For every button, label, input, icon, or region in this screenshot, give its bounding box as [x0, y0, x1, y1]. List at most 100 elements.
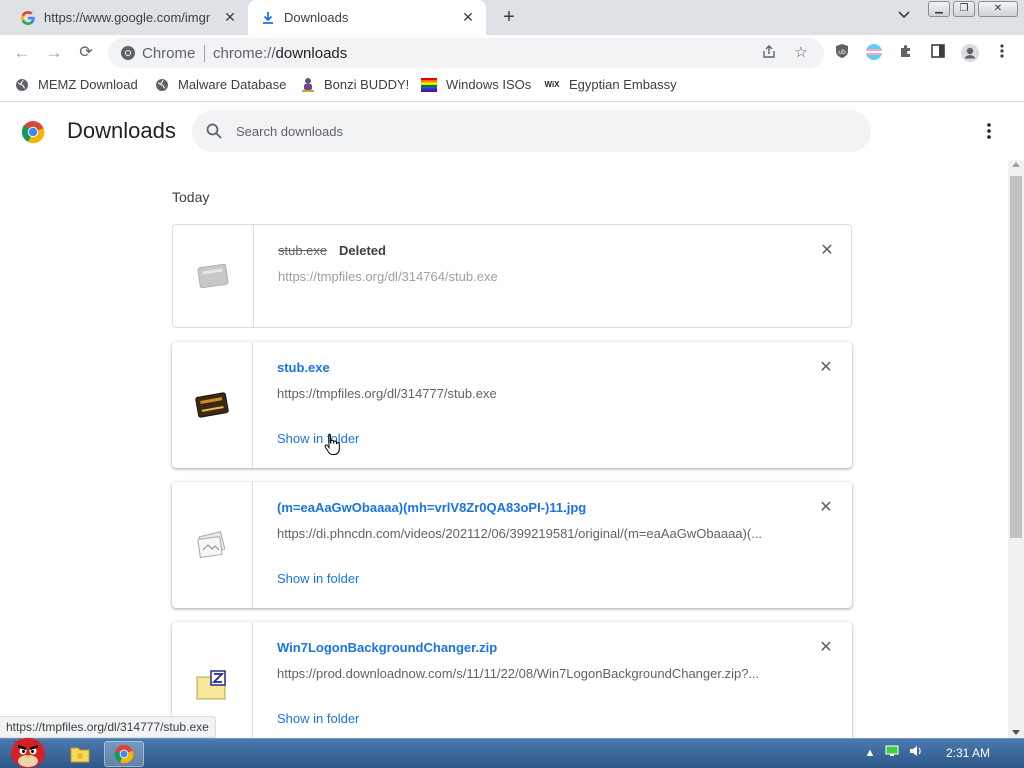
- taskbar-chrome[interactable]: [104, 741, 144, 767]
- file-thumbnail: [172, 342, 253, 468]
- tab-title: Downloads: [284, 10, 349, 25]
- status-label: Deleted: [339, 243, 386, 258]
- tab-title: https://www.google.com/imgr: [44, 10, 211, 25]
- bookmark-star-icon[interactable]: ☆: [792, 44, 810, 62]
- bookmark-malware-database[interactable]: Malware Database: [155, 77, 286, 92]
- wix-icon: WiX: [544, 80, 560, 89]
- page-scrollbar[interactable]: [1008, 160, 1024, 738]
- close-window-button[interactable]: ✕: [978, 1, 1018, 17]
- chrome-secure-icon: [120, 45, 136, 61]
- side-panel-icon[interactable]: [928, 43, 948, 63]
- globe-icon: [15, 78, 29, 92]
- scroll-down-arrow-icon[interactable]: [1012, 730, 1020, 735]
- browser-menu-icon[interactable]: [992, 43, 1012, 63]
- downloads-header: Downloads: [0, 102, 1024, 160]
- browser-toolbar: ← → ⟳ Chrome chrome://downloads ☆ ub: [0, 35, 1024, 71]
- file-name-link[interactable]: Win7LogonBackgroundChanger.zip: [277, 640, 497, 655]
- downloads-page: Downloads Today stub.exe Deleted https:/…: [0, 102, 1024, 738]
- remove-item-icon[interactable]: ✕: [818, 360, 834, 376]
- remove-item-icon[interactable]: ✕: [818, 500, 834, 516]
- taskbar-explorer[interactable]: [60, 741, 100, 767]
- download-item: (m=eaAaGwObaaaa)(mh=vrlV8Zr0QA83oPI-)11.…: [172, 482, 852, 608]
- hand-cursor-icon: [324, 434, 340, 455]
- more-actions-icon[interactable]: [979, 121, 999, 141]
- bookmark-label: Windows ISOs: [446, 77, 532, 92]
- trans-flag-extension-icon[interactable]: [864, 43, 884, 63]
- folder-icon: [70, 747, 90, 763]
- bookmark-label: Bonzi BUDDY!: [324, 77, 410, 92]
- file-name: stub.exe: [278, 243, 328, 258]
- back-icon[interactable]: ←: [10, 41, 34, 65]
- start-button[interactable]: [4, 731, 50, 768]
- bookmark-bonzi-buddy[interactable]: Bonzi BUDDY!: [301, 77, 409, 92]
- source-url: https://di.phncdn.com/videos/202112/06/3…: [277, 526, 763, 541]
- image-file-icon: [197, 531, 226, 559]
- bookmark-label: MEMZ Download: [38, 77, 138, 92]
- tab-google-images[interactable]: https://www.google.com/imgr ✕: [8, 0, 248, 35]
- taskbar: ▲ 2:31 AM: [0, 738, 1024, 768]
- close-tab-icon[interactable]: ✕: [460, 9, 476, 25]
- extensions-puzzle-icon[interactable]: [896, 43, 916, 63]
- bookmark-egyptian-embassy[interactable]: WiX Egyptian Embassy: [544, 77, 677, 92]
- show-hidden-icons-icon[interactable]: ▲: [862, 745, 878, 761]
- scrollbar-thumb[interactable]: [1010, 176, 1022, 538]
- url-text: chrome://downloads: [213, 45, 348, 62]
- search-input[interactable]: [236, 120, 836, 142]
- tab-strip: https://www.google.com/imgr ✕ Downloads …: [0, 0, 1024, 35]
- show-in-folder-link[interactable]: Show in folder: [277, 571, 359, 586]
- download-item: Win7LogonBackgroundChanger.zip https://p…: [172, 622, 852, 738]
- google-icon: [20, 10, 36, 26]
- download-icon: [260, 10, 276, 26]
- search-box[interactable]: [192, 110, 871, 152]
- page-title: Downloads: [67, 118, 176, 143]
- minimize-button[interactable]: ▁: [928, 1, 950, 17]
- forward-icon[interactable]: →: [42, 41, 66, 65]
- download-item: stub.exe Deleted https://tmpfiles.org/dl…: [172, 224, 852, 328]
- address-bar[interactable]: Chrome chrome://downloads ☆: [108, 38, 824, 68]
- remove-item-icon[interactable]: ✕: [818, 640, 834, 656]
- omnibox-divider: [204, 45, 205, 62]
- ublock-icon[interactable]: ub: [832, 43, 852, 63]
- globe-icon: [155, 78, 169, 92]
- chrome-logo-icon: [21, 120, 45, 144]
- tab-search-chevron-icon[interactable]: [894, 8, 914, 28]
- reload-icon[interactable]: ⟳: [74, 41, 98, 65]
- search-icon: [205, 122, 223, 140]
- download-item: stub.exe https://tmpfiles.org/dl/314777/…: [172, 342, 852, 468]
- bookmarks-bar: MEMZ Download Malware Database Bonzi BUD…: [0, 71, 1024, 102]
- zip-file-icon: [196, 670, 226, 700]
- bonzi-icon: [301, 77, 315, 92]
- share-icon[interactable]: [760, 44, 778, 62]
- source-url: https://tmpfiles.org/dl/314764/stub.exe: [278, 269, 498, 284]
- source-url: https://prod.downloadnow.com/s/11/11/22/…: [277, 666, 760, 681]
- bookmark-label: Malware Database: [178, 77, 287, 92]
- bookmark-label: Egyptian Embassy: [569, 77, 677, 92]
- file-thumbnail: [172, 482, 253, 608]
- angry-bird-start-icon: [11, 738, 45, 768]
- file-name-link[interactable]: stub.exe: [277, 360, 330, 375]
- exe-file-icon: [195, 392, 229, 418]
- date-header: Today: [172, 189, 210, 205]
- restore-button[interactable]: ❐: [953, 1, 975, 17]
- tab-downloads[interactable]: Downloads ✕: [248, 0, 486, 35]
- remove-item-icon[interactable]: ✕: [819, 243, 835, 259]
- scroll-up-arrow-icon[interactable]: [1012, 162, 1020, 167]
- source-url: https://tmpfiles.org/dl/314777/stub.exe: [277, 386, 497, 401]
- bookmark-windows-isos[interactable]: Windows ISOs: [421, 77, 531, 92]
- chrome-icon: [114, 744, 134, 764]
- file-name-link[interactable]: (m=eaAaGwObaaaa)(mh=vrlV8Zr0QA83oPI-)11.…: [277, 500, 586, 515]
- close-tab-icon[interactable]: ✕: [222, 9, 238, 25]
- taskbar-clock[interactable]: 2:31 AM: [946, 746, 990, 760]
- new-tab-button[interactable]: +: [498, 7, 520, 29]
- svg-text:ub: ub: [838, 49, 846, 56]
- show-in-folder-link[interactable]: Show in folder: [277, 431, 359, 446]
- file-thumbnail: [173, 225, 254, 327]
- network-icon[interactable]: [884, 745, 900, 761]
- exe-file-icon: [197, 263, 229, 289]
- show-in-folder-link[interactable]: Show in folder: [277, 711, 359, 726]
- rainbow-flag-icon: [421, 77, 437, 92]
- profile-avatar-icon[interactable]: [960, 43, 980, 63]
- volume-icon[interactable]: [908, 745, 924, 761]
- site-chip: Chrome: [142, 45, 196, 62]
- bookmark-memz-download[interactable]: MEMZ Download: [15, 77, 138, 92]
